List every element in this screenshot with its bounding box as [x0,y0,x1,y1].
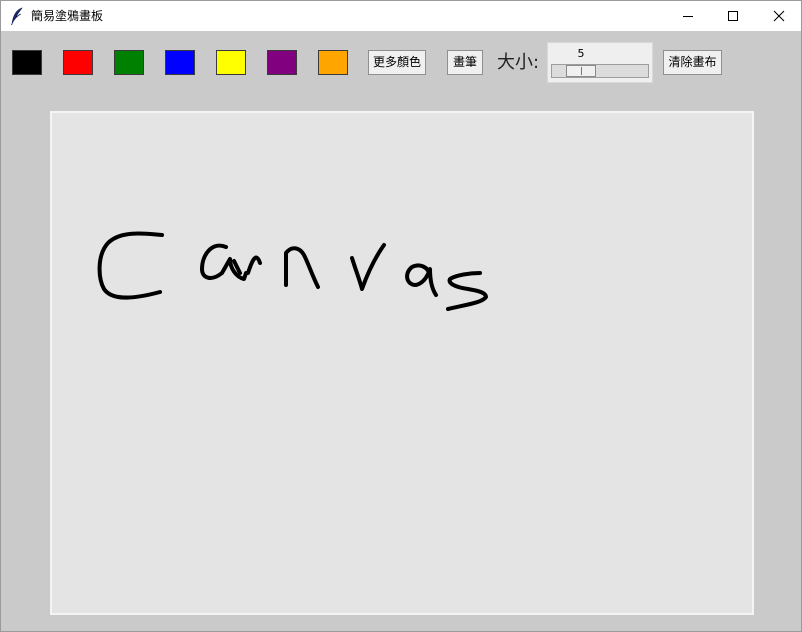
color-swatch-yellow[interactable] [216,50,246,75]
handwritten-canvas-strokes [97,231,488,311]
app-window: 簡易塗鴉畫板 更多顏色 畫筆 大小: 5 清除畫布 [0,0,802,632]
maximize-icon [728,11,738,21]
window-title: 簡易塗鴉畫板 [31,9,104,23]
color-swatch-orange[interactable] [318,50,348,75]
minimize-button[interactable] [665,1,711,31]
slider-trough[interactable] [551,64,649,78]
title-bar[interactable]: 簡易塗鴉畫板 [1,1,801,31]
close-icon [773,10,785,22]
minimize-icon [683,16,693,17]
color-swatch-purple[interactable] [267,50,297,75]
feather-icon [10,7,24,26]
more-colors-button[interactable]: 更多顏色 [368,50,426,75]
color-swatch-green[interactable] [114,50,144,75]
size-label: 大小: [497,52,540,73]
size-value: 5 [577,47,585,60]
canvas-strokes [97,231,488,311]
color-swatch-red[interactable] [63,50,93,75]
size-slider[interactable]: 5 [547,42,653,83]
clear-canvas-button[interactable]: 清除畫布 [663,50,722,75]
close-button[interactable] [756,1,802,31]
drawing-canvas[interactable] [50,111,754,615]
color-swatch-blue[interactable] [165,50,195,75]
maximize-button[interactable] [710,1,756,31]
slider-handle[interactable] [566,65,596,77]
brush-button[interactable]: 畫筆 [447,50,483,75]
color-swatch-black[interactable] [12,50,42,75]
